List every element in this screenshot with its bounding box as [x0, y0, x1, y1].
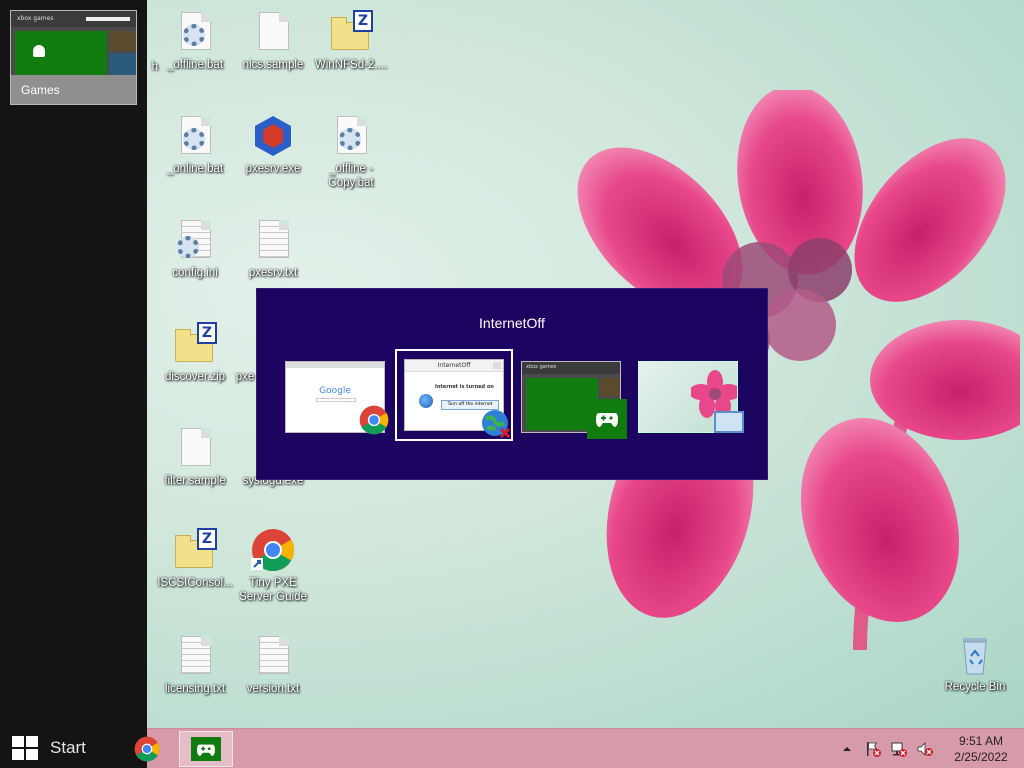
alt-tab-switcher: InternetOff Google InternetOff Internet …	[256, 288, 768, 480]
zip-folder-icon: Z	[173, 322, 217, 366]
chrome-icon	[359, 405, 389, 435]
switcher-item-games[interactable]: xbox games	[521, 359, 627, 439]
globe-disconnected-icon	[482, 410, 511, 439]
desktop-icon-filter-sample[interactable]: filter.sample	[155, 426, 235, 488]
text-file-icon	[173, 634, 217, 678]
chrome-shortcut-icon	[251, 528, 295, 572]
switcher-item-internetoff[interactable]: InternetOff Internet is turned on Turn o…	[395, 349, 513, 441]
xbox-icon	[191, 737, 221, 761]
taskbar-games-button[interactable]	[179, 731, 233, 767]
switcher-item-chrome[interactable]: Google	[285, 359, 389, 435]
desktop-icon-online-bat[interactable]: _online.bat	[155, 114, 235, 176]
taskbar-chrome-button[interactable]	[133, 731, 161, 767]
clock[interactable]: 9:51 AM 2/25/2022	[938, 733, 1024, 765]
switcher-item-desktop[interactable]	[638, 359, 744, 433]
text-file-icon	[251, 218, 295, 262]
app-switch-list: xbox games Games	[0, 0, 147, 768]
desktop-icon-discover-zip[interactable]: Z discover.zip	[155, 322, 235, 384]
desktop-icon-pxesrv-exe[interactable]: pxesrv.exe	[233, 114, 313, 176]
batch-file-icon	[329, 114, 373, 158]
desktop-icon-version-txt[interactable]: version.txt	[233, 634, 313, 696]
desktop-icon-config-ini[interactable]: config.ini	[155, 218, 235, 280]
zip-folder-icon: Z	[173, 528, 217, 572]
desktop-icon-licensing-txt[interactable]: licensing.txt	[155, 634, 235, 696]
settings-file-icon	[173, 218, 217, 262]
file-icon	[251, 10, 295, 54]
taskbar: 9:51 AM 2/25/2022	[134, 728, 1024, 768]
file-icon	[173, 426, 217, 470]
chrome-icon	[134, 736, 160, 762]
desktop-icon-offline-copy-bat[interactable]: _offline - Copy.bat	[311, 114, 391, 190]
zip-folder-icon: Z	[329, 10, 373, 54]
windows-logo-icon	[12, 736, 38, 760]
cube-app-icon	[251, 114, 295, 158]
switch-thumbnail-games[interactable]: xbox games Games	[10, 10, 137, 105]
desktop-icon	[714, 411, 744, 433]
clock-time: 9:51 AM	[958, 734, 1004, 748]
action-center-flag-icon[interactable]	[864, 740, 882, 758]
recycle-bin-icon	[953, 632, 997, 676]
games-thumbnail-image: xbox games	[11, 11, 136, 75]
switcher-title: InternetOff	[479, 315, 545, 331]
show-hidden-icons-icon[interactable]	[838, 740, 856, 758]
clock-date: 2/25/2022	[954, 750, 1008, 764]
desktop-icon-winnfsd[interactable]: Z WinNFSd-2....	[311, 10, 391, 72]
text-file-icon	[251, 634, 295, 678]
system-tray: 9:51 AM 2/25/2022	[834, 729, 1024, 768]
desktop-icon-pxesrv-txt[interactable]: pxesrv.txt	[233, 218, 313, 280]
xbox-icon	[587, 399, 627, 439]
batch-file-icon	[173, 10, 217, 54]
network-disconnected-icon[interactable]	[890, 740, 908, 758]
desktop-icon-pxe-partial[interactable]: pxe	[233, 322, 257, 384]
start-button[interactable]: Start	[0, 728, 147, 768]
desktop-icon-iscsiconsole[interactable]: Z ISCSIConsol...	[155, 528, 235, 590]
desktop-icon-nics-sample[interactable]: nics.sample	[233, 10, 313, 72]
desktop-icon-offline-bat[interactable]: _offline.bat	[155, 10, 235, 72]
desktop-icon-tiny-pxe-guide[interactable]: Tiny PXE Server Guide	[233, 528, 313, 604]
batch-file-icon	[173, 114, 217, 158]
volume-muted-icon[interactable]	[916, 740, 934, 758]
desktop-icon-recycle-bin[interactable]: Recycle Bin	[935, 632, 1015, 694]
start-label: Start	[50, 738, 86, 757]
